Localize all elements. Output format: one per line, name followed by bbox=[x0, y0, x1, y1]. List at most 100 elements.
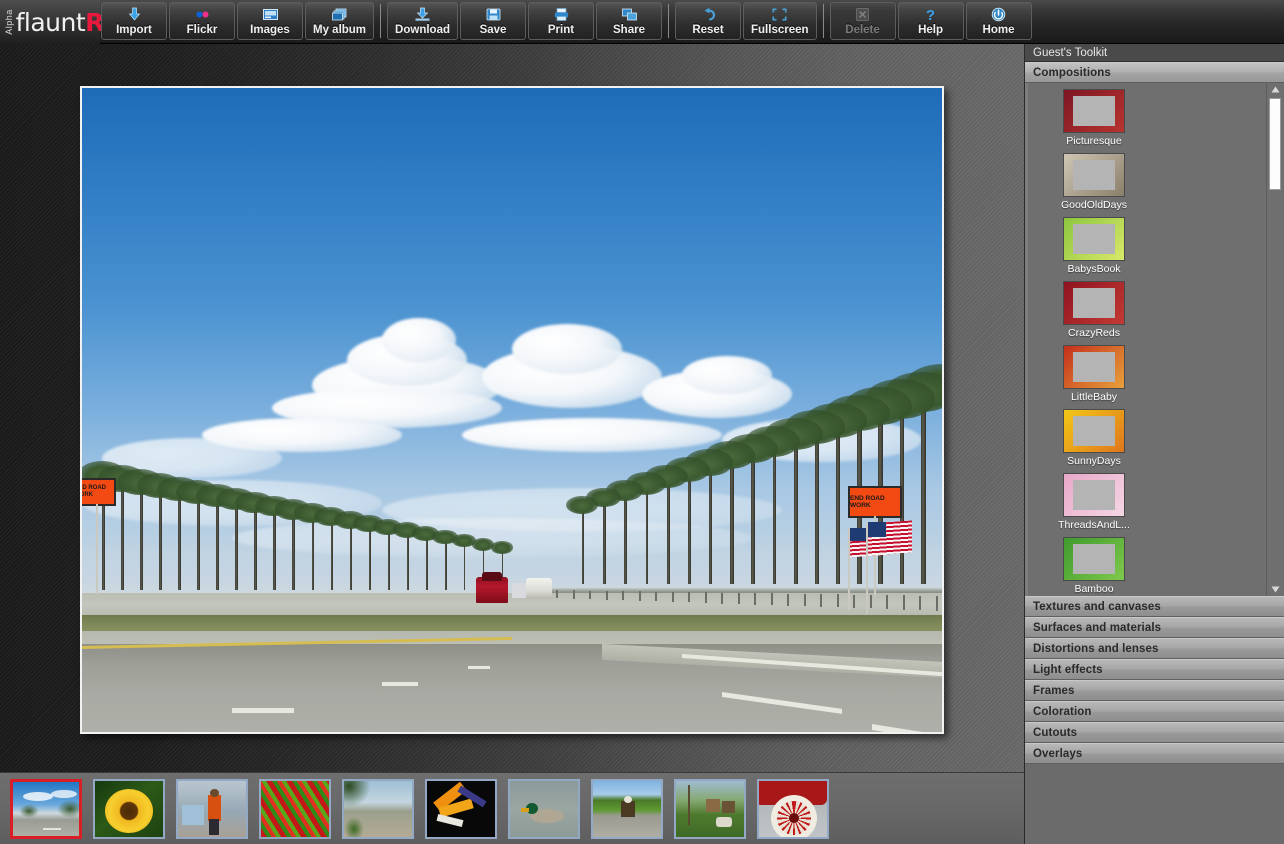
toolbar-separator bbox=[380, 4, 382, 38]
flag-canton-rear bbox=[850, 528, 866, 541]
accordion-header-coloration[interactable]: Coloration bbox=[1025, 701, 1284, 722]
filmstrip-thumbnail-chili-peppers[interactable] bbox=[259, 778, 331, 839]
accordion-header-frames[interactable]: Frames bbox=[1025, 680, 1284, 701]
scroll-up-arrow-icon[interactable] bbox=[1267, 83, 1283, 96]
undo-arrow-icon bbox=[700, 6, 717, 23]
main-toolbar: Alpha flauntR Import Flickr Images My album… bbox=[0, 0, 1284, 44]
guardrail-post bbox=[754, 593, 756, 605]
thumbnail-image bbox=[95, 780, 163, 837]
compositions-panel[interactable]: Picturesque GoodOldDays BabysBook CrazyReds… bbox=[1025, 83, 1284, 596]
filmstrip-thumbnail-farm-road[interactable] bbox=[591, 778, 663, 839]
filmstrip-thumbnail-sunflower[interactable] bbox=[93, 778, 165, 839]
filmstrip-thumbnail-coastal-view[interactable] bbox=[342, 778, 414, 839]
accordion-label: Distortions and lenses bbox=[1033, 643, 1159, 655]
flickr-dots-icon bbox=[194, 6, 211, 23]
composition-thumbnail-cutout bbox=[1073, 160, 1115, 190]
scrollbar-thumb[interactable] bbox=[1269, 98, 1281, 190]
toolbar-separator bbox=[822, 4, 824, 38]
image-canvas[interactable]: END ROAD WORK END ROAD WORK bbox=[80, 86, 944, 734]
images-button[interactable]: Images bbox=[237, 2, 303, 40]
composition-thumbnail[interactable] bbox=[1063, 217, 1125, 261]
filmstrip-thumbnail-cattle-fence[interactable] bbox=[674, 778, 746, 839]
sign-pole-left bbox=[96, 504, 98, 594]
save-button[interactable]: Save bbox=[460, 2, 526, 40]
guardrail-post bbox=[589, 590, 591, 600]
toolbar-button-label: Import bbox=[116, 24, 152, 36]
palm-trunk bbox=[216, 492, 219, 590]
composition-thumbnail[interactable] bbox=[1063, 345, 1125, 389]
print-button[interactable]: Print bbox=[528, 2, 594, 40]
composition-thumbnail[interactable] bbox=[1063, 89, 1125, 133]
palm-trunk bbox=[603, 495, 606, 584]
accordion-header-overlays[interactable]: Overlays bbox=[1025, 743, 1284, 764]
image-filmstrip[interactable] bbox=[0, 772, 1024, 844]
palm-trunk bbox=[793, 432, 798, 584]
floppy-disk-icon bbox=[485, 6, 502, 23]
scrollbar-track[interactable] bbox=[1267, 96, 1283, 583]
my-album-button[interactable]: My album bbox=[305, 2, 375, 40]
filmstrip-thumbnail-highway-palms[interactable] bbox=[10, 778, 82, 839]
accordion-header-light-effects[interactable]: Light effects bbox=[1025, 659, 1284, 680]
thumbnail-image bbox=[676, 780, 744, 837]
home-button[interactable]: Home bbox=[965, 2, 1032, 40]
composition-label: CrazyReds bbox=[1068, 327, 1120, 339]
composition-thumbnail[interactable] bbox=[1063, 409, 1125, 453]
accordion-header-compositions[interactable]: Compositions bbox=[1025, 62, 1284, 83]
guardrail-post bbox=[704, 592, 707, 603]
composition-item[interactable]: CrazyReds bbox=[1036, 281, 1152, 345]
accordion-header-surfaces-and-materials[interactable]: Surfaces and materials bbox=[1025, 617, 1284, 638]
composition-item[interactable]: LittleBaby bbox=[1036, 345, 1152, 409]
composition-thumbnail[interactable] bbox=[1063, 473, 1125, 517]
filmstrip-thumbnail-red-wheel[interactable] bbox=[757, 778, 829, 839]
app-logo[interactable]: Alpha flauntR bbox=[0, 0, 104, 44]
composition-item[interactable]: Bamboo bbox=[1036, 537, 1152, 596]
palm-trunk bbox=[159, 482, 163, 590]
composition-item[interactable]: BabysBook bbox=[1036, 217, 1152, 281]
help-button[interactable]: ? Help bbox=[897, 2, 964, 40]
composition-thumbnail[interactable] bbox=[1063, 281, 1125, 325]
sign-end-road-work-right: END ROAD WORK bbox=[848, 486, 902, 518]
accordion-header-textures-and-canvases[interactable]: Textures and canvases bbox=[1025, 596, 1284, 617]
share-button[interactable]: Share bbox=[596, 2, 662, 40]
palm-trunk bbox=[624, 488, 627, 584]
accordion-header-cutouts[interactable]: Cutouts bbox=[1025, 722, 1284, 743]
download-button[interactable]: Download bbox=[387, 2, 458, 40]
palm-trunk bbox=[942, 384, 944, 584]
guardrail-post bbox=[836, 594, 839, 608]
reset-button[interactable]: Reset bbox=[675, 2, 741, 40]
filmstrip-thumbnail-street-guitarist[interactable] bbox=[176, 778, 248, 839]
filmstrip-thumbnail-mallard-duck[interactable] bbox=[508, 778, 580, 839]
toolbar-button-label: Fullscreen bbox=[751, 24, 809, 36]
accordion-header-distortions-and-lenses[interactable]: Distortions and lenses bbox=[1025, 638, 1284, 659]
composition-item[interactable]: Picturesque bbox=[1036, 89, 1152, 153]
composition-item[interactable]: ThreadsAndL... bbox=[1036, 473, 1152, 537]
cloud bbox=[382, 318, 456, 362]
flickr-button[interactable]: Flickr bbox=[169, 2, 235, 40]
palm-trunk bbox=[645, 481, 649, 584]
thumbnail-image bbox=[759, 780, 827, 837]
accordion-label: Compositions bbox=[1033, 67, 1111, 79]
filmstrip-thumbnail-bird-of-paradise[interactable] bbox=[425, 778, 497, 839]
download-tray-icon bbox=[414, 6, 431, 23]
palm-trunk bbox=[687, 467, 691, 584]
toolbar-button-label: Flickr bbox=[186, 24, 218, 36]
sign-line-1: END ROAD WORK bbox=[850, 494, 885, 509]
composition-thumbnail[interactable] bbox=[1063, 153, 1125, 197]
toolbar-button-group: Import Flickr Images My album Download Save Pr… bbox=[100, 0, 1033, 43]
composition-item[interactable]: SunnyDays bbox=[1036, 409, 1152, 473]
composition-thumbnail[interactable] bbox=[1063, 537, 1125, 581]
fullscreen-button[interactable]: Fullscreen bbox=[743, 2, 817, 40]
album-stack-icon bbox=[331, 6, 348, 23]
delete-button: Delete bbox=[829, 2, 896, 40]
palm-trunk bbox=[197, 489, 200, 590]
accordion-label: Frames bbox=[1033, 685, 1075, 697]
guardrail-post bbox=[622, 591, 624, 601]
toolbar-button-label: Print bbox=[547, 24, 575, 36]
composition-item[interactable]: GoodOldDays bbox=[1036, 153, 1152, 217]
editor-workspace[interactable]: END ROAD WORK END ROAD WORK bbox=[0, 44, 1024, 772]
import-button[interactable]: Import bbox=[101, 2, 167, 40]
compositions-scrollbar[interactable] bbox=[1266, 83, 1283, 596]
composition-label: LittleBaby bbox=[1070, 391, 1118, 403]
cloud bbox=[462, 418, 722, 452]
scroll-down-arrow-icon[interactable] bbox=[1267, 583, 1283, 596]
